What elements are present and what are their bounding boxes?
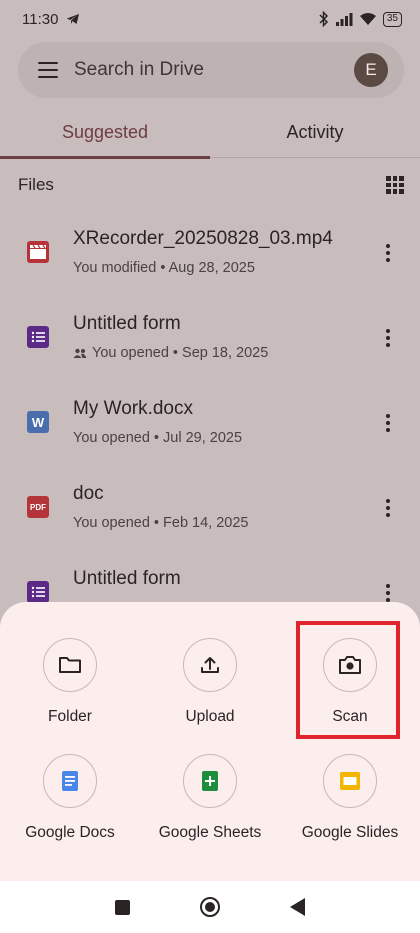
google-slides-label: Google Slides bbox=[301, 824, 399, 841]
form-file-icon bbox=[27, 581, 49, 603]
files-section-title: Files bbox=[18, 175, 54, 194]
file-meta: You modified • Aug 28, 2025 bbox=[73, 260, 255, 276]
more-options-icon[interactable] bbox=[386, 584, 390, 602]
search-input[interactable]: Search in Drive bbox=[74, 59, 354, 81]
google-slides-button[interactable] bbox=[323, 754, 377, 808]
files-header: Files bbox=[18, 170, 404, 200]
google-docs-action[interactable]: Google Docs bbox=[0, 754, 140, 842]
search-bar[interactable]: Search in Drive E bbox=[18, 42, 404, 98]
folder-action[interactable]: Folder bbox=[0, 638, 140, 726]
file-meta-text: You opened • Jul 29, 2025 bbox=[73, 430, 243, 446]
more-options-icon[interactable] bbox=[386, 499, 390, 517]
folder-button[interactable] bbox=[43, 638, 97, 692]
tab-suggested[interactable]: Suggested bbox=[0, 106, 210, 159]
file-name: doc bbox=[73, 483, 104, 504]
file-name: My Work.docx bbox=[73, 398, 194, 419]
google-docs-button[interactable] bbox=[43, 754, 97, 808]
file-name: Untitled form bbox=[73, 313, 181, 334]
upload-label: Upload bbox=[185, 708, 235, 725]
signal-icon bbox=[335, 13, 353, 26]
status-left: 11:30 bbox=[22, 11, 80, 28]
bluetooth-icon bbox=[319, 11, 328, 27]
file-meta: You opened • Feb 14, 2025 bbox=[73, 515, 248, 531]
folder-icon bbox=[59, 657, 81, 673]
tab-activity[interactable]: Activity bbox=[210, 106, 420, 158]
file-list: XRecorder_20250828_03.mp4 You modified •… bbox=[0, 210, 420, 635]
word-file-icon: W bbox=[27, 411, 49, 433]
more-options-icon[interactable] bbox=[386, 329, 390, 347]
menu-icon[interactable] bbox=[38, 62, 58, 78]
file-row[interactable]: XRecorder_20250828_03.mp4 You modified •… bbox=[0, 210, 420, 295]
recent-apps-icon[interactable] bbox=[115, 899, 130, 915]
pdf-file-icon: PDF bbox=[27, 496, 49, 518]
video-file-icon bbox=[27, 241, 49, 263]
file-row[interactable]: Untitled form You opened • Sep 18, 2025 bbox=[0, 295, 420, 380]
back-icon[interactable] bbox=[290, 898, 305, 916]
status-right: 35 bbox=[319, 11, 402, 27]
file-row[interactable]: PDF doc You opened • Feb 14, 2025 bbox=[0, 465, 420, 550]
scan-highlight-box bbox=[296, 621, 400, 739]
wifi-icon bbox=[359, 13, 376, 25]
file-name: XRecorder_20250828_03.mp4 bbox=[73, 228, 333, 249]
google-sheets-label: Google Sheets bbox=[158, 824, 262, 841]
upload-icon bbox=[201, 657, 219, 673]
google-sheets-icon bbox=[202, 771, 218, 791]
file-name: Untitled form bbox=[73, 568, 181, 589]
folder-label: Folder bbox=[48, 708, 92, 725]
upload-action[interactable]: Upload bbox=[140, 638, 280, 726]
more-options-icon[interactable] bbox=[386, 414, 390, 432]
google-docs-icon bbox=[62, 771, 78, 791]
file-meta: You opened • Jul 29, 2025 bbox=[73, 430, 242, 446]
telegram-icon bbox=[67, 14, 80, 24]
home-icon[interactable] bbox=[200, 897, 220, 917]
grid-view-icon[interactable] bbox=[386, 176, 404, 194]
battery-indicator: 35 bbox=[382, 11, 402, 27]
google-sheets-action[interactable]: Google Sheets bbox=[140, 754, 280, 842]
more-options-icon[interactable] bbox=[386, 244, 390, 262]
avatar[interactable]: E bbox=[354, 53, 388, 87]
google-docs-label: Google Docs bbox=[25, 824, 115, 841]
file-meta-text: You modified • Aug 28, 2025 bbox=[73, 260, 255, 276]
file-meta-text: You opened • Sep 18, 2025 bbox=[92, 345, 269, 361]
google-slides-icon bbox=[340, 772, 360, 790]
shared-people-icon bbox=[73, 348, 87, 358]
upload-button[interactable] bbox=[183, 638, 237, 692]
status-bar: 11:30 35 bbox=[0, 0, 420, 38]
google-sheets-button[interactable] bbox=[183, 754, 237, 808]
tab-bar: Suggested Activity bbox=[0, 106, 420, 159]
file-meta-text: You opened • Feb 14, 2025 bbox=[73, 515, 249, 531]
file-row[interactable]: W My Work.docx You opened • Jul 29, 2025 bbox=[0, 380, 420, 465]
form-file-icon bbox=[27, 326, 49, 348]
system-nav-bar bbox=[0, 881, 420, 933]
google-slides-action[interactable]: Google Slides bbox=[280, 754, 420, 842]
file-meta: You opened • Sep 18, 2025 bbox=[73, 345, 268, 361]
status-time: 11:30 bbox=[22, 10, 59, 28]
